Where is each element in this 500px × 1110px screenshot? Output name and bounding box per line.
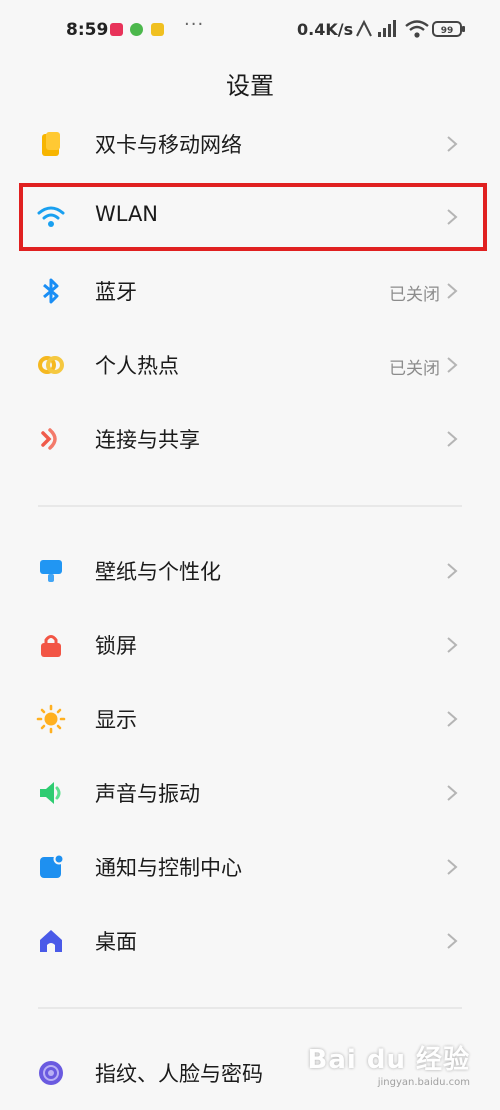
watermark-url: jingyan.baidu.com: [377, 1077, 470, 1088]
highlight-box: [19, 183, 487, 251]
battery-icon: 99: [432, 21, 465, 37]
settings-item-lock-screen[interactable]: 锁屏: [0, 608, 500, 682]
settings-item-label: 个人热点: [95, 354, 179, 378]
sim-card-icon: [42, 132, 60, 156]
chevron-right-icon: [447, 637, 458, 653]
settings-item-label: 双卡与移动网络: [95, 133, 242, 157]
battery-level: 99: [441, 26, 454, 36]
settings-item-value: 已关闭: [389, 359, 440, 379]
chevron-right-icon: [447, 357, 458, 373]
app-notification-icon: [151, 23, 164, 36]
settings-item-hotspot[interactable]: 个人热点 已关闭: [0, 328, 500, 402]
network-speed: 0.4K/s: [297, 20, 354, 39]
settings-item-label: 壁纸与个性化: [95, 560, 221, 584]
chevron-right-icon: [447, 785, 458, 801]
status-bar: 8:59 ··· 0.4K/s 99: [0, 0, 500, 60]
section-divider: [38, 505, 462, 507]
bluetooth-icon: [43, 278, 59, 304]
settings-item-sound-vibration[interactable]: 声音与振动: [0, 756, 500, 830]
settings-item-label: 声音与振动: [95, 782, 200, 806]
notification-icon: [40, 853, 65, 878]
settings-item-notifications[interactable]: 通知与控制中心: [0, 830, 500, 904]
chevron-right-icon: [447, 563, 458, 579]
settings-item-connection-sharing[interactable]: 连接与共享: [0, 402, 500, 476]
settings-item-wallpaper[interactable]: 壁纸与个性化: [0, 534, 500, 608]
page-title: 设置: [226, 72, 274, 100]
settings-item-label: 蓝牙: [95, 280, 137, 304]
app-notification-icon: [110, 23, 123, 36]
chevron-right-icon: [447, 711, 458, 727]
settings-item-home-screen[interactable]: 桌面: [0, 904, 500, 978]
signal-icon: [378, 20, 396, 37]
settings-item-label: 通知与控制中心: [95, 856, 242, 880]
settings-item-sim-network[interactable]: 双卡与移动网络: [0, 107, 500, 181]
settings-item-bluetooth[interactable]: 蓝牙 已关闭: [0, 254, 500, 328]
watermark-brand: Bai du 经验: [307, 1045, 470, 1075]
wifi-status-icon: [405, 20, 429, 38]
settings-item-value: 已关闭: [389, 285, 440, 305]
chevron-right-icon: [447, 933, 458, 949]
chevron-right-icon: [447, 859, 458, 875]
app-notification-icon: [130, 23, 143, 36]
more-notifications-icon: ···: [184, 14, 205, 35]
status-time: 8:59: [66, 20, 109, 40]
settings-item-label: 显示: [95, 708, 137, 732]
sun-icon: [36, 704, 66, 734]
watermark: Bai du 经验 jingyan.baidu.com: [307, 1039, 471, 1088]
wallpaper-icon: [40, 560, 62, 582]
lock-icon: [41, 635, 61, 657]
chevron-right-icon: [447, 431, 458, 447]
settings-item-display[interactable]: 显示: [0, 682, 500, 756]
share-icon: [41, 428, 57, 450]
settings-item-label: 桌面: [95, 930, 137, 954]
section-divider: [38, 1007, 462, 1009]
settings-item-label: 连接与共享: [95, 428, 200, 452]
alarm-icon: [356, 19, 372, 37]
home-icon: [40, 930, 62, 952]
hotspot-icon: [38, 356, 64, 374]
chevron-right-icon: [447, 136, 458, 152]
settings-item-label: 锁屏: [95, 634, 137, 658]
chevron-right-icon: [447, 283, 458, 299]
speaker-icon: [40, 782, 61, 804]
